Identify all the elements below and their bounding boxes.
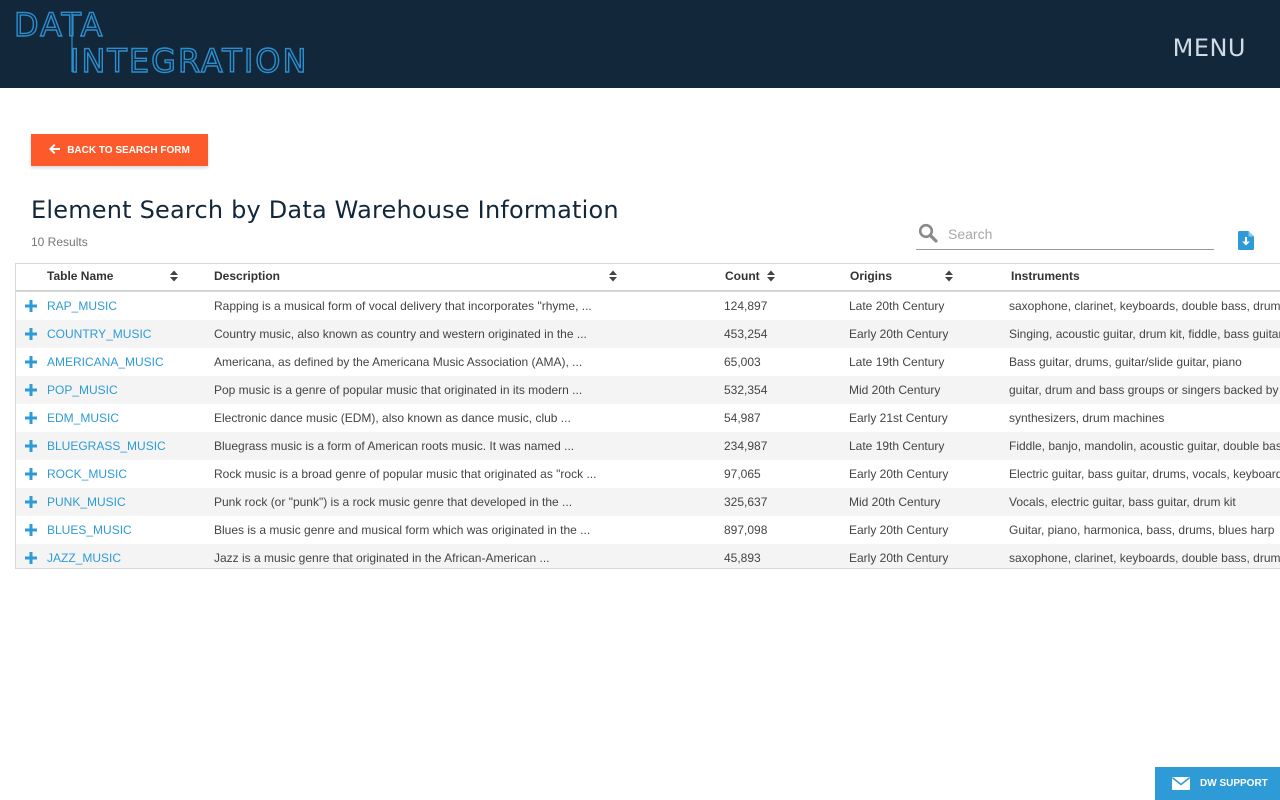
instruments-cell: Vocals, electric guitar, bass guitar, dr… [1009,495,1236,509]
instruments-cell: Singing, acoustic guitar, drum kit, fidd… [1009,327,1280,341]
dw-support-button[interactable]: DW SUPPORT [1155,767,1280,800]
table-row: COUNTRY_MUSIC Country music, also known … [16,320,1280,348]
instruments-cell: saxophone, clarinet, keyboards, double b… [1009,299,1280,313]
origins-cell: Early 20th Century [849,551,949,565]
table-row: JAZZ_MUSIC Jazz is a music genre that or… [16,544,1280,568]
search-icon [918,223,938,243]
table-name-link[interactable]: COUNTRY_MUSIC [47,327,151,341]
table-name-link[interactable]: JAZZ_MUSIC [47,551,121,565]
origins-cell: Late 19th Century [849,439,945,453]
expand-plus-icon[interactable] [25,496,37,508]
instruments-cell: Electric guitar, bass guitar, drums, voc… [1009,467,1280,481]
expand-plus-icon[interactable] [25,384,37,396]
table-row: BLUEGRASS_MUSIC Bluegrass music is a for… [16,432,1280,460]
search-input[interactable] [948,224,1210,244]
description-cell: Jazz is a music genre that originated in… [214,551,550,565]
logo-line1: DATA [14,8,104,44]
table-name-link[interactable]: EDM_MUSIC [47,411,119,425]
column-header-description[interactable]: Description [214,269,280,283]
origins-cell: Early 20th Century [849,467,949,481]
search-box [916,220,1214,250]
instruments-cell: Guitar, piano, harmonica, bass, drums, b… [1009,523,1275,537]
column-header-instruments[interactable]: Instruments [1011,269,1080,283]
sort-icon[interactable] [945,270,953,282]
page-title: Element Search by Data Warehouse Informa… [31,196,619,224]
origins-cell: Early 21st Century [849,411,948,425]
column-header-table-name[interactable]: Table Name [47,269,113,283]
expand-plus-icon[interactable] [25,524,37,536]
sort-icon[interactable] [170,270,178,282]
results-table: Table Name Description Count Origins Ins… [15,263,1280,569]
top-header: DATA INTEGRATION MENU [0,0,1280,88]
count-cell: 453,254 [724,327,768,341]
table-row: ROCK_MUSIC Rock music is a broad genre o… [16,460,1280,488]
count-cell: 532,354 [724,383,768,397]
expand-plus-icon[interactable] [25,440,37,452]
table-row: BLUES_MUSIC Blues is a music genre and m… [16,516,1280,544]
arrow-left-icon [49,143,61,157]
table-name-link[interactable]: PUNK_MUSIC [47,495,126,509]
menu-button[interactable]: MENU [1173,34,1246,62]
description-cell: Rock music is a broad genre of popular m… [214,467,597,481]
description-cell: Punk rock (or "punk") is a rock music ge… [214,495,573,509]
description-cell: Americana, as defined by the Americana M… [214,355,583,369]
column-header-origins[interactable]: Origins [850,269,892,283]
table-row: AMERICANA_MUSIC Americana, as defined by… [16,348,1280,376]
instruments-cell: guitar, drum and bass groups or singers … [1009,383,1279,397]
origins-cell: Mid 20th Century [849,495,941,509]
description-cell: Country music, also known as country and… [214,327,587,341]
expand-plus-icon[interactable] [25,300,37,312]
instruments-cell: Fiddle, banjo, mandolin, acoustic guitar… [1009,439,1280,453]
instruments-cell: Bass guitar, drums, guitar/slide guitar,… [1009,355,1242,369]
table-row: EDM_MUSIC Electronic dance music (EDM), … [16,404,1280,432]
back-button-label: BACK TO SEARCH FORM [67,144,190,156]
instruments-cell: saxophone, clarinet, keyboards, double b… [1009,551,1280,565]
description-cell: Electronic dance music (EDM), also known… [214,411,571,425]
data-integration-logo[interactable]: DATA INTEGRATION [14,8,306,76]
table-name-link[interactable]: POP_MUSIC [47,383,118,397]
expand-plus-icon[interactable] [25,552,37,564]
expand-plus-icon[interactable] [25,356,37,368]
download-icon[interactable] [1238,231,1254,250]
table-name-link[interactable]: RAP_MUSIC [47,299,117,313]
table-name-link[interactable]: ROCK_MUSIC [47,467,127,481]
back-to-search-button[interactable]: BACK TO SEARCH FORM [31,134,208,166]
count-cell: 97,065 [724,467,761,481]
count-cell: 54,987 [724,411,761,425]
table-name-link[interactable]: AMERICANA_MUSIC [47,355,164,369]
table-row: PUNK_MUSIC Punk rock (or "punk") is a ro… [16,488,1280,516]
table-row: RAP_MUSIC Rapping is a musical form of v… [16,292,1280,320]
table-name-link[interactable]: BLUEGRASS_MUSIC [47,439,166,453]
count-cell: 65,003 [724,355,761,369]
count-cell: 234,987 [724,439,768,453]
description-cell: Blues is a music genre and musical form … [214,523,591,537]
description-cell: Pop music is a genre of popular music th… [214,383,583,397]
count-cell: 45,893 [724,551,761,565]
expand-plus-icon[interactable] [25,468,37,480]
description-cell: Rapping is a musical form of vocal deliv… [214,299,592,313]
support-label: DW SUPPORT [1200,778,1268,789]
envelope-icon [1172,777,1190,790]
origins-cell: Early 20th Century [849,523,949,537]
table-name-link[interactable]: BLUES_MUSIC [47,523,132,537]
count-cell: 124,897 [724,299,768,313]
instruments-cell: synthesizers, drum machines [1009,411,1165,425]
column-header-count[interactable]: Count [725,269,760,283]
table-row: POP_MUSIC Pop music is a genre of popula… [16,376,1280,404]
origins-cell: Mid 20th Century [849,383,941,397]
sort-icon[interactable] [767,270,775,282]
sort-icon[interactable] [609,270,617,282]
logo-line2: INTEGRATION [70,42,306,76]
origins-cell: Early 20th Century [849,327,949,341]
description-cell: Bluegrass music is a form of American ro… [214,439,575,453]
origins-cell: Late 19th Century [849,355,945,369]
count-cell: 897,098 [724,523,768,537]
table-header: Table Name Description Count Origins Ins… [16,264,1280,292]
results-count: 10 Results [31,235,88,249]
origins-cell: Late 20th Century [849,299,945,313]
expand-plus-icon[interactable] [25,328,37,340]
expand-plus-icon[interactable] [25,412,37,424]
count-cell: 325,637 [724,495,768,509]
